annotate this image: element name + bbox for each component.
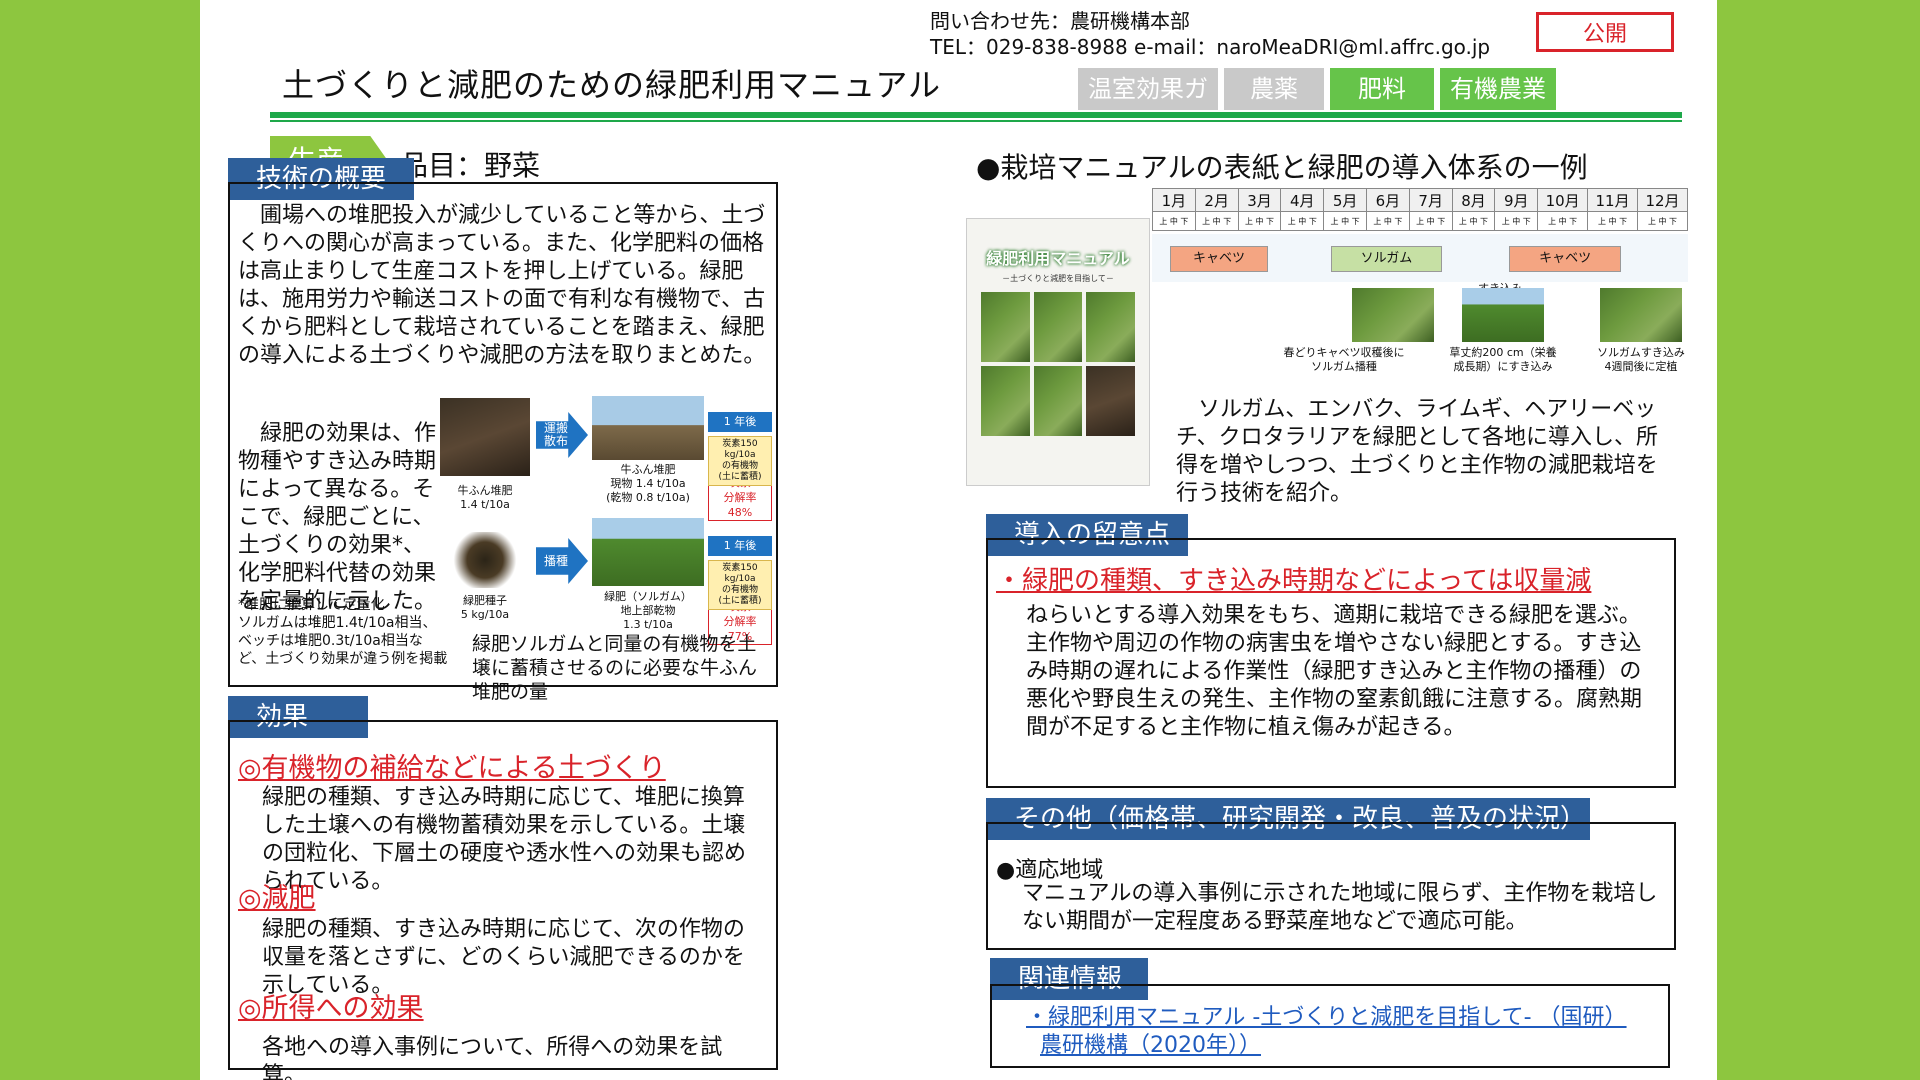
calendar-thirds: 上 中 下 [1280,211,1325,231]
calendar-thirds: 上 中 下 [1636,211,1689,231]
photo-caption-3: ソルガムすき込み 4週間後に定植 [1597,346,1685,373]
calendar-thirds: 上 中 下 [1152,211,1196,231]
effect-title-2: ◎減肥 [238,883,316,914]
contact-line-2: TEL：029-838-8988 e-mail：naroMeaDRI@ml.af… [930,35,1491,59]
other-text: マニュアルの導入事例に示された地域に限らず、主作物を栽培しない期間が一定程度ある… [1022,881,1658,934]
photo-caption-2: 草丈約200 cm（栄養 成長期）にすき込み [1449,346,1557,373]
calendar-thirds: 上 中 下 [1494,211,1539,231]
overview-para-1: 圃場への堆肥投入が減少していること等から、土づくりへの関心が高まっている。また、… [238,203,766,368]
photo-plowing [1462,288,1544,342]
calendar-bar-green: ソルガム [1330,246,1443,272]
calendar-month: 11月 [1587,188,1638,212]
sorghum-photo [592,518,704,586]
effect-text-3: 各地への導入事例について、所得への効果を試算。 [262,1035,723,1080]
manure-caption: 牛ふん堆肥 1.4 t/10a [457,484,513,511]
calendar-thirds: 上 中 下 [1194,211,1239,231]
seed-caption: 緑肥種子 5 kg/10a [460,594,510,621]
calendar-month: 6月 [1365,188,1410,212]
page-title: 土づくりと減肥のための緑肥利用マニュアル [282,66,942,104]
effect-text-1: 緑肥の種類、すき込み時期に応じて、堆肥に換算した土壌への有機物蓄積効果を示してい… [262,785,747,894]
calendar-thirds: 上 中 下 [1408,211,1453,231]
related-link[interactable]: ・緑肥利用マニュアル -土づくりと減肥を目指して- （国研） 農研機構（2020… [1026,1004,1646,1060]
contact-info: 問い合わせ先：農研機構本部 TEL：029-838-8988 e-mail：na… [930,8,1490,60]
calendar-month: 12月 [1636,188,1689,212]
tab-ghg[interactable]: 温室効果ガス [1078,68,1218,145]
cover-subtitle: －土づくりと減肥を目指して－ [1002,274,1114,283]
calendar-bars: キャベツ ソルガム キャベツ [1152,240,1688,278]
public-badge: 公開 [1536,12,1674,52]
photo-sorghum-sowing [1352,288,1434,342]
photo-cabbage [1600,288,1682,342]
calendar-month: 8月 [1451,188,1496,212]
related-link-line-2[interactable]: 農研機構（2020年）） [1026,1032,1646,1060]
manure-photo [440,398,530,476]
related-link-line-1[interactable]: ・緑肥利用マニュアル -土づくりと減肥を目指して- （国研） [1026,1004,1646,1032]
header-rule [270,112,1682,118]
manure-field-caption: 牛ふん堆肥 現物 1.4 t/10a (乾物 0.8 t/10a) [606,463,690,504]
effect-title-1: ◎有機物の補給などによる土づくり [238,753,666,784]
calendar-bar-crop: キャベツ [1509,246,1621,272]
cover-photo-grid [967,284,1149,444]
calendar-table: 1月 2月 3月 4月 5月 6月 7月 8月 9月 10月 11月 12月 上 中 下上 中 下上 … [1152,188,1689,231]
manual-heading: ●栽培マニュアルの表紙と緑肥の導入体系の一例 [976,151,1588,184]
after-year-badge-1: 1 年後 [708,412,772,432]
calendar-month: 2月 [1194,188,1239,212]
manure-field-photo [592,396,704,460]
effect-title-3: ◎所得への効果 [238,993,424,1024]
calendar-month: 5月 [1323,188,1367,212]
result-box-2: 炭素150 kg/10a の有機物 (土に蓄積) [708,560,772,610]
calendar-month: 9月 [1494,188,1539,212]
calendar-month: 10月 [1537,188,1589,212]
cautions-text: ねらいとする導入効果をもち、適期に栽培できる緑肥を選ぶ。主作物や周辺の作物の病害… [1026,603,1643,740]
header-rule-thin [270,120,1682,122]
photo-caption-1: 春どりキャベツ収穫後に ソルガム播種 [1283,346,1405,373]
manual-page: 問い合わせ先：農研機構本部 TEL：029-838-8988 e-mail：na… [200,0,1717,1080]
contact-line-1: 問い合わせ先：農研機構本部 [930,9,1190,33]
tab-fertilizer[interactable]: 肥料 [1330,68,1434,110]
calendar: 1月 2月 3月 4月 5月 6月 7月 8月 9月 10月 11月 12月 上 中 下上 中 下上 … [1152,188,1689,231]
manual-cover: 緑肥利用マニュアル －土づくりと減肥を目指して－ [966,218,1150,486]
calendar-thirds: 上 中 下 [1365,211,1410,231]
calendar-month: 7月 [1408,188,1453,212]
sorghum-caption: 緑肥（ソルガム） 地上部乾物 1.3 t/10a [604,590,692,631]
calendar-thirds: 上 中 下 [1537,211,1589,231]
overview-note: *堆肥に換算して定量化 ソルガムは堆肥1.4t/10a相当、ベッチは堆肥0.3t… [238,597,448,667]
result-box-1: 炭素150 kg/10a の有機物 (土に蓄積) [708,436,772,486]
calendar-thirds: 上 中 下 [1587,211,1638,231]
overview-para-2: 緑肥の効果は、作物種やすき込み時期によって異なる。そこで、緑肥ごとに、土づくりの… [238,421,437,614]
tab-organic[interactable]: 有機農業 [1440,68,1556,110]
cautions-red-title: ・緑肥の種類、すき込み時期などによっては収量減 [996,566,1592,596]
manual-description: ソルガム、エンバク、ライムギ、ヘアリーベッチ、クロタラリアを緑肥として各地に導入… [1176,397,1659,506]
calendar-month: 4月 [1280,188,1325,212]
calendar-bar-crop: キャベツ [1169,246,1269,272]
calendar-thirds: 上 中 下 [1451,211,1496,231]
product-item: 品目：野菜 [400,149,541,182]
after-year-badge-2: 1 年後 [708,536,772,556]
calendar-thirds: 上 中 下 [1237,211,1282,231]
figure-caption: 緑肥ソルガムと同量の有機物を土壌に蓄積させるのに必要な牛ふん堆肥の量 [472,633,758,703]
calendar-month: 1月 [1152,188,1196,212]
calendar-thirds: 上 中 下 [1323,211,1367,231]
seed-photo [450,532,520,588]
cover-title: 緑肥利用マニュアル [986,249,1130,268]
tab-pesticide[interactable]: 農薬 [1224,68,1324,110]
calendar-month: 3月 [1237,188,1282,212]
